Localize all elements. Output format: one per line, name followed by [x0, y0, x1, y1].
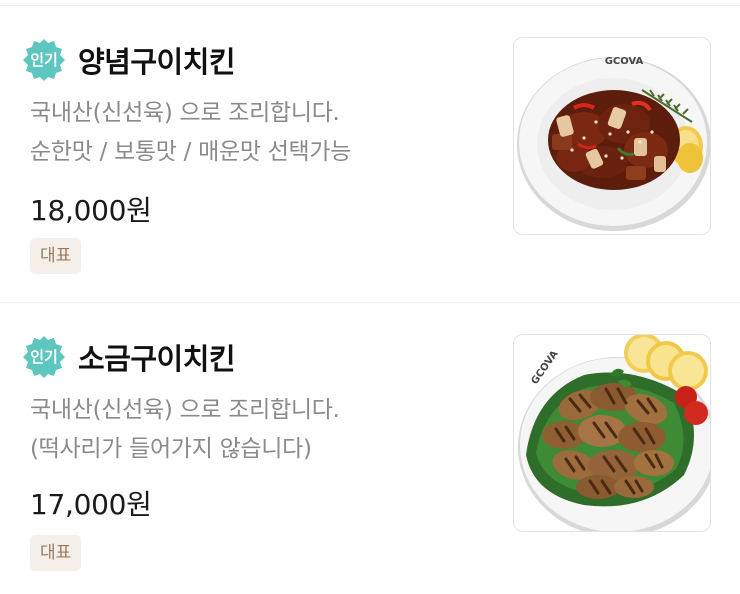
menu-item-photo[interactable]: GCOVA	[513, 334, 711, 532]
menu-item-price: 17,000원	[30, 488, 152, 521]
popular-badge-label: 인기	[30, 348, 58, 366]
menu-item-name: 소금구이치킨	[78, 342, 236, 376]
popular-badge: 인기	[22, 38, 66, 82]
menu-item-description-line-1: 국내산(신선육) 으로 조리합니다.	[30, 100, 340, 126]
popular-badge: 인기	[22, 335, 66, 379]
salt-grilled-chicken-photo-icon: GCOVA	[514, 335, 710, 531]
menu-item-description-line-2: (떡사리가 들어가지 않습니다)	[30, 436, 312, 462]
signature-tag: 대표	[30, 238, 82, 274]
plate-brand-text: GCOVA	[605, 56, 644, 67]
popular-badge-label: 인기	[30, 51, 58, 69]
menu-item-description-line-1: 국내산(신선육) 으로 조리합니다.	[30, 397, 340, 423]
menu-item-sogeum[interactable]: 인기 소금구이치킨 국내산(신선육) 으로 조리합니다. (떡사리가 들어가지 …	[0, 303, 740, 594]
menu-item-description-line-2: 순한맛 / 보통맛 / 매운맛 선택가능	[30, 139, 352, 165]
signature-tag: 대표	[30, 535, 82, 571]
menu-item-yangnyeom[interactable]: 인기 양념구이치킨 국내산(신선육) 으로 조리합니다. 순한맛 / 보통맛 /…	[0, 6, 740, 302]
menu-item-price: 18,000원	[30, 194, 152, 227]
spicy-grilled-chicken-photo-icon: GCOVA	[514, 38, 710, 234]
menu-item-title-row: 인기 소금구이치킨	[22, 335, 236, 379]
menu-item-photo[interactable]: GCOVA	[513, 37, 711, 235]
menu-item-title-row: 인기 양념구이치킨	[22, 38, 236, 82]
menu-item-name: 양념구이치킨	[78, 45, 236, 79]
